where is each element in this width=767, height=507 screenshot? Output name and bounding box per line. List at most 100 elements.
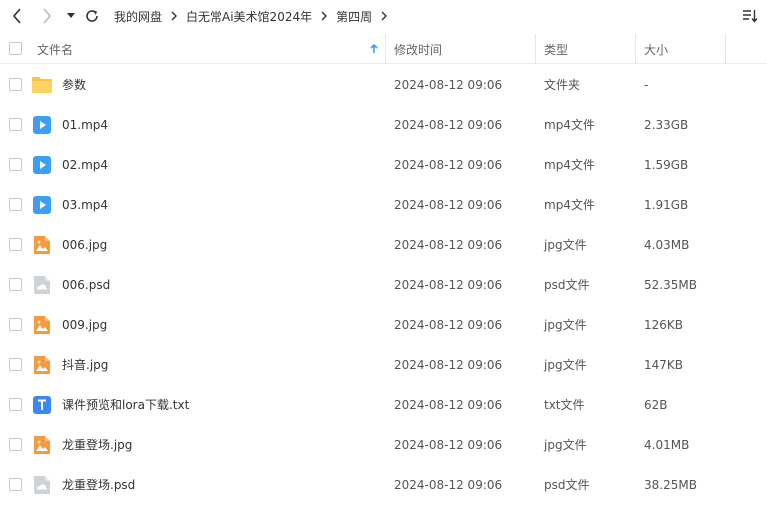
file-modified-time: 2024-08-12 09:06 xyxy=(394,318,503,332)
file-size: 1.91GB xyxy=(644,198,689,212)
file-modified-time: 2024-08-12 09:06 xyxy=(394,198,503,212)
file-modified-time: 2024-08-12 09:06 xyxy=(394,158,503,172)
file-modified-time: 2024-08-12 09:06 xyxy=(394,398,503,412)
file-name[interactable]: 03.mp4 xyxy=(62,185,108,225)
file-modified-time: 2024-08-12 09:06 xyxy=(394,438,503,452)
image-file-icon xyxy=(31,434,53,456)
file-type: mp4文件 xyxy=(544,118,595,132)
column-divider[interactable] xyxy=(635,34,636,64)
row-checkbox[interactable] xyxy=(9,318,22,331)
file-row[interactable]: 02.mp4 2024-08-12 09:06 mp4文件 1.59GB xyxy=(0,145,767,185)
breadcrumb-item-my-drive[interactable]: 我的网盘 xyxy=(112,8,164,25)
sort-ascending-icon[interactable] xyxy=(370,34,382,64)
row-checkbox[interactable] xyxy=(9,238,22,251)
file-type: 文件夹 xyxy=(544,78,581,92)
file-name[interactable]: 01.mp4 xyxy=(62,105,108,145)
file-row[interactable]: 03.mp4 2024-08-12 09:06 mp4文件 1.91GB xyxy=(0,185,767,225)
file-size: 4.03MB xyxy=(644,238,690,252)
file-name[interactable]: 课件预览和lora下载.txt xyxy=(62,385,189,425)
file-row[interactable]: 参数 2024-08-12 09:06 文件夹 - xyxy=(0,65,767,105)
file-row[interactable]: 抖音.jpg 2024-08-12 09:06 jpg文件 147KB xyxy=(0,345,767,385)
column-header-type[interactable]: 类型 xyxy=(544,34,634,64)
row-checkbox[interactable] xyxy=(9,278,22,291)
text-file-icon xyxy=(31,394,53,416)
chevron-left-icon xyxy=(12,8,21,24)
breadcrumb-item-gallery[interactable]: 白无常Ai美术馆2024年 xyxy=(184,8,314,25)
file-size: 62B xyxy=(644,398,668,412)
column-header-size[interactable]: 大小 xyxy=(644,34,724,64)
image-file-icon xyxy=(31,354,53,376)
row-checkbox[interactable] xyxy=(9,118,22,131)
column-header-name-label: 文件名 xyxy=(37,42,74,57)
row-checkbox[interactable] xyxy=(9,158,22,171)
file-name[interactable]: 006.psd xyxy=(62,265,110,305)
file-row[interactable]: 龙重登场.psd 2024-08-12 09:06 psd文件 38.25MB xyxy=(0,465,767,505)
psd-file-icon xyxy=(31,274,53,296)
file-row[interactable]: 006.psd 2024-08-12 09:06 psd文件 52.35MB xyxy=(0,265,767,305)
chevron-right-icon xyxy=(167,9,181,23)
column-header-type-label: 类型 xyxy=(544,42,569,57)
history-dropdown-button[interactable] xyxy=(64,6,78,26)
column-header-name[interactable]: 文件名 xyxy=(37,34,382,64)
file-name[interactable]: 006.jpg xyxy=(62,225,107,265)
file-type: jpg文件 xyxy=(544,358,587,372)
video-file-icon xyxy=(31,194,53,216)
back-button[interactable] xyxy=(8,6,26,26)
forward-button[interactable] xyxy=(38,6,56,26)
video-file-icon xyxy=(31,154,53,176)
folder-icon xyxy=(31,74,53,96)
file-name[interactable]: 龙重登场.jpg xyxy=(62,425,132,465)
file-size: 2.33GB xyxy=(644,118,689,132)
file-type: txt文件 xyxy=(544,398,585,412)
breadcrumb: 我的网盘 白无常Ai美术馆2024年 第四周 xyxy=(112,7,394,25)
psd-file-icon xyxy=(31,474,53,496)
chevron-right-icon xyxy=(377,9,391,23)
chevron-right-icon xyxy=(43,8,52,24)
breadcrumb-item-week-four[interactable]: 第四周 xyxy=(334,8,374,25)
file-name[interactable]: 02.mp4 xyxy=(62,145,108,185)
select-all-checkbox[interactable] xyxy=(9,42,22,55)
file-type: jpg文件 xyxy=(544,318,587,332)
column-header-size-label: 大小 xyxy=(644,42,669,57)
file-row[interactable]: 006.jpg 2024-08-12 09:06 jpg文件 4.03MB xyxy=(0,225,767,265)
row-checkbox[interactable] xyxy=(9,478,22,491)
sort-menu-button[interactable] xyxy=(741,7,759,25)
file-name[interactable]: 参数 xyxy=(62,65,86,105)
column-divider[interactable] xyxy=(725,34,726,64)
file-row[interactable]: 龙重登场.jpg 2024-08-12 09:06 jpg文件 4.01MB xyxy=(0,425,767,465)
file-type: psd文件 xyxy=(544,278,590,292)
file-name[interactable]: 抖音.jpg xyxy=(62,345,108,385)
video-file-icon xyxy=(31,114,53,136)
file-type: jpg文件 xyxy=(544,438,587,452)
file-row[interactable]: 009.jpg 2024-08-12 09:06 jpg文件 126KB xyxy=(0,305,767,345)
column-divider[interactable] xyxy=(535,34,536,64)
file-size: 1.59GB xyxy=(644,158,689,172)
file-size: 126KB xyxy=(644,318,684,332)
file-modified-time: 2024-08-12 09:06 xyxy=(394,278,503,292)
file-name[interactable]: 龙重登场.psd xyxy=(62,465,135,505)
file-modified-time: 2024-08-12 09:06 xyxy=(394,478,503,492)
file-type: psd文件 xyxy=(544,478,590,492)
file-name[interactable]: 009.jpg xyxy=(62,305,107,345)
file-size: - xyxy=(644,78,649,92)
file-size: 38.25MB xyxy=(644,478,697,492)
refresh-button[interactable] xyxy=(83,6,101,26)
file-size: 147KB xyxy=(644,358,684,372)
column-divider[interactable] xyxy=(385,34,386,64)
row-checkbox[interactable] xyxy=(9,438,22,451)
file-modified-time: 2024-08-12 09:06 xyxy=(394,78,503,92)
file-size: 52.35MB xyxy=(644,278,697,292)
file-modified-time: 2024-08-12 09:06 xyxy=(394,118,503,132)
row-checkbox[interactable] xyxy=(9,198,22,211)
file-row[interactable]: 课件预览和lora下载.txt 2024-08-12 09:06 txt文件 6… xyxy=(0,385,767,425)
column-header-modified[interactable]: 修改时间 xyxy=(394,34,534,64)
row-checkbox[interactable] xyxy=(9,358,22,371)
row-checkbox[interactable] xyxy=(9,78,22,91)
file-type: mp4文件 xyxy=(544,198,595,212)
file-row[interactable]: 01.mp4 2024-08-12 09:06 mp4文件 2.33GB xyxy=(0,105,767,145)
refresh-icon xyxy=(86,10,98,22)
caret-down-icon xyxy=(67,13,75,18)
row-checkbox[interactable] xyxy=(9,398,22,411)
file-type: jpg文件 xyxy=(544,238,587,252)
column-header-modified-label: 修改时间 xyxy=(394,42,443,57)
